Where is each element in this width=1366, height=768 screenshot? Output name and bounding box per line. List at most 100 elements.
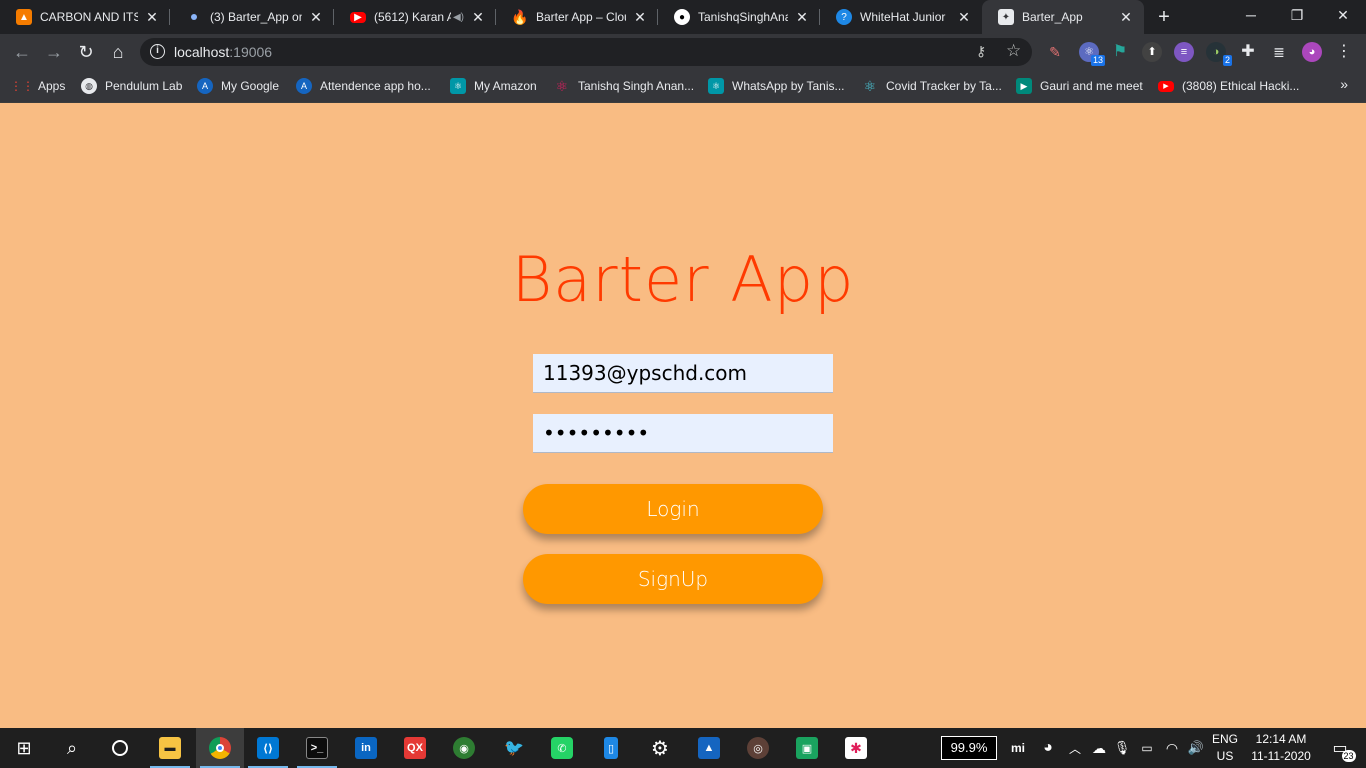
photos-icon[interactable]: ▲ [685, 728, 733, 768]
close-icon[interactable]: ✕ [632, 9, 648, 26]
close-icon[interactable]: ✕ [794, 9, 810, 26]
chrome-icon[interactable] [196, 728, 244, 768]
close-icon[interactable]: ✕ [470, 9, 486, 26]
reload-icon[interactable]: ↻ [74, 40, 98, 64]
upload-extension-icon[interactable]: ⬆ [1142, 42, 1162, 62]
bookmark-label: Covid Tracker by Ta... [886, 79, 1002, 93]
tab-barter-app-active[interactable]: ✦ Barter_App ✕ [982, 0, 1144, 34]
tab-title: Barter_App [1022, 10, 1083, 24]
slack-icon[interactable]: ✱ [832, 728, 880, 768]
tray-chevron-icon[interactable]: ︿ [1066, 728, 1084, 768]
home-icon[interactable]: ⌂ [106, 40, 130, 64]
window-close-icon[interactable]: ✕ [1320, 0, 1366, 30]
back-icon[interactable]: ← [10, 40, 34, 64]
cortana-icon[interactable] [96, 728, 144, 768]
bookmark-gauri-meet[interactable]: ▶ Gauri and me meet [1016, 77, 1143, 95]
restore-icon[interactable]: ❐ [1274, 0, 1320, 30]
tab-barter-app-on[interactable]: (3) Barter_App on ✕ [170, 0, 334, 34]
tab-whitehat[interactable]: ? WhiteHat Junior ✕ [820, 0, 982, 34]
bookmark-my-amazon[interactable]: ⚛ My Amazon [450, 77, 537, 95]
maps-pin-icon[interactable]: ◉ [440, 728, 488, 768]
terminal-icon[interactable]: >_ [293, 728, 341, 768]
speaker-icon[interactable]: ◀) [453, 12, 464, 23]
onedrive-cloud-icon[interactable]: ☁ [1088, 728, 1110, 768]
address-bar[interactable]: i localhost:19006 ⚷ ☆ [140, 38, 1032, 66]
new-tab-plus-icon[interactable]: + [1153, 6, 1175, 28]
notification-center-icon[interactable]: ▭ 23 [1320, 728, 1360, 768]
browser-toolbar: ← → ↻ ⌂ i localhost:19006 ⚷ ☆ ✎ ⚛ 13 ⚑ ⬆ … [0, 34, 1366, 70]
bookmark-my-google[interactable]: A My Google [197, 77, 279, 95]
bookmark-tanishq-singh[interactable]: ⚛ Tanishq Singh Anan... [554, 77, 694, 95]
settings-gear-icon[interactable]: ⚙ [636, 728, 684, 768]
pen-extension-icon[interactable]: ✎ [1045, 42, 1065, 62]
bookmark-label: My Google [221, 79, 280, 93]
wifi-icon[interactable]: ◠ [1160, 728, 1184, 768]
zoom-indicator[interactable]: 99.9% [941, 736, 997, 760]
stripes-extension-icon[interactable]: ≡ [1174, 42, 1194, 62]
mi-icon[interactable]: mi [1006, 728, 1030, 768]
info-icon[interactable]: i [150, 44, 165, 59]
bookmark-ethical-hacking[interactable]: ▶ (3808) Ethical Hacki... [1158, 77, 1299, 95]
password-field[interactable] [533, 414, 833, 453]
signup-button[interactable]: SignUp [523, 554, 823, 604]
react-icon: ⚛ [863, 77, 877, 94]
react-icon: ⚛ [555, 77, 569, 94]
bookmarks-bar: ⋮⋮ Apps ◍ Pendulum Lab A My Google A Attende… [0, 70, 1366, 103]
close-icon[interactable]: ✕ [144, 9, 160, 26]
windows-start-icon[interactable]: ⊞ [0, 728, 48, 768]
url-port: :19006 [229, 44, 273, 60]
language-indicator[interactable]: ENG US [1210, 731, 1240, 765]
react-icon: ⚛ [708, 78, 724, 94]
bird-app-icon[interactable]: 🐦 [490, 728, 538, 768]
volume-icon[interactable]: 🔊 [1184, 728, 1208, 768]
microphone-icon[interactable]: 🎙 [1112, 728, 1132, 768]
clock[interactable]: 12:14 AM 11-11-2020 [1247, 731, 1315, 765]
email-field[interactable] [533, 354, 833, 393]
flag-extension-icon[interactable]: ⚑ [1110, 42, 1130, 62]
close-icon[interactable]: ✕ [308, 9, 324, 26]
react-icon: ⚛ [450, 78, 466, 94]
bookmark-apps[interactable]: ⋮⋮ Apps [10, 77, 65, 95]
groove-music-icon[interactable]: ◎ [734, 728, 782, 768]
tab-firebase-cloud[interactable]: 🔥 Barter App – Cloud ✕ [496, 0, 658, 34]
react-devtools-extension-icon[interactable]: ⚛ 13 [1079, 42, 1105, 66]
bookmark-covid-tracker[interactable]: ⚛ Covid Tracker by Ta... [862, 77, 1002, 95]
tab-youtube-karan[interactable]: ▶ (5612) Karan A ◀) ✕ [334, 0, 496, 34]
forward-icon[interactable]: → [42, 40, 66, 64]
battery-icon[interactable]: ▭ [1136, 728, 1158, 768]
vscode-icon[interactable]: ⟨⟩ [244, 728, 292, 768]
url-host: localhost [174, 44, 230, 60]
bookmark-label: Gauri and me meet [1040, 79, 1143, 93]
media-queue-icon[interactable]: ≣ [1269, 42, 1289, 62]
bookmark-label: Tanishq Singh Anan... [578, 79, 695, 93]
search-icon[interactable]: ⌕ [48, 728, 96, 768]
close-icon[interactable]: ✕ [1118, 9, 1134, 26]
bookmark-star-icon[interactable]: ☆ [1006, 41, 1021, 61]
bookmark-whatsapp[interactable]: ⚛ WhatsApp by Tanis... [708, 77, 845, 95]
qx-app-icon[interactable]: QX [391, 728, 439, 768]
login-button[interactable]: Login [523, 484, 823, 534]
key-icon[interactable]: ⚷ [976, 43, 986, 60]
language-code: ENG [1211, 732, 1238, 746]
green-extension-icon[interactable]: ◑ 2 [1206, 42, 1232, 66]
clock-time: 12:14 AM [1255, 732, 1307, 746]
profile-avatar[interactable]: ◕ [1302, 42, 1322, 62]
swirl-app-icon[interactable]: ◕ [1036, 728, 1060, 768]
close-icon[interactable]: ✕ [956, 9, 972, 26]
bookmark-pendulum-lab[interactable]: ◍ Pendulum Lab [81, 77, 182, 95]
notification-count: 23 [1341, 750, 1356, 762]
tab-carbon[interactable]: ▲ CARBON AND ITS ✕ [0, 0, 170, 34]
whatsapp-icon[interactable]: ✆ [538, 728, 586, 768]
tab-github[interactable]: ● TanishqSinghAnan ✕ [658, 0, 820, 34]
minimize-icon[interactable]: ─ [1228, 0, 1274, 30]
tab-title: CARBON AND ITS [40, 10, 138, 24]
green-app-icon[interactable]: ▣ [783, 728, 831, 768]
tab-title: (5612) Karan A [374, 10, 451, 24]
linkedin-icon[interactable]: in [342, 728, 390, 768]
bookmarks-overflow-icon[interactable]: » [1340, 76, 1348, 92]
menu-dots-icon[interactable]: ⋮ [1334, 42, 1354, 62]
puzzle-extensions-icon[interactable]: ✚ [1238, 42, 1258, 62]
phone-app-icon[interactable]: ▯ [587, 728, 635, 768]
bookmark-attendence-app[interactable]: A Attendence app ho... [296, 77, 431, 95]
file-explorer-icon[interactable]: ▬ [146, 728, 194, 768]
